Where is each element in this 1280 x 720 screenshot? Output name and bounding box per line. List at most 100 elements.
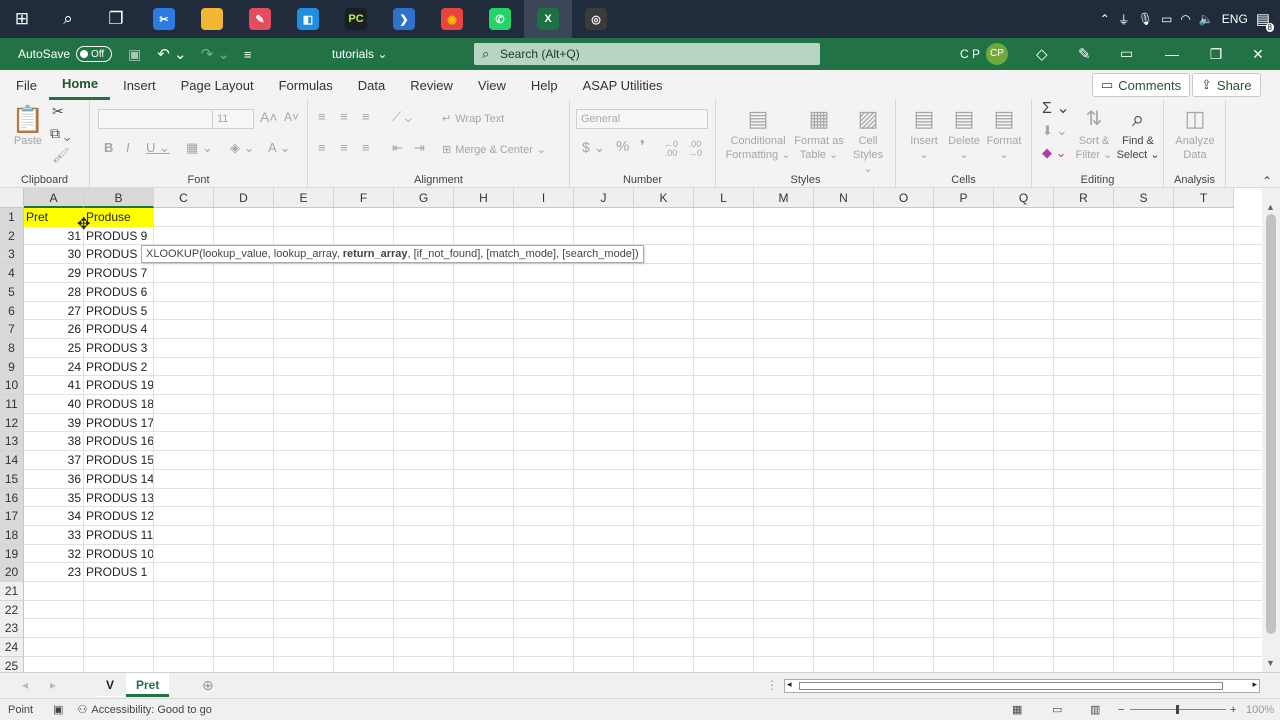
sort-filter-button[interactable]: ⇅ Sort & Filter ⌄ — [1072, 104, 1116, 162]
page-break-view-icon[interactable]: ▥ — [1090, 703, 1100, 716]
row-header-10[interactable]: 10 — [0, 376, 24, 396]
paint-icon[interactable]: ✎ — [236, 0, 284, 38]
zoom-slider-knob[interactable] — [1176, 705, 1179, 714]
align-top-icon[interactable]: ≡ — [318, 110, 326, 124]
pycharm-icon[interactable]: PC — [332, 0, 380, 38]
language-indicator[interactable]: ENG — [1222, 12, 1248, 26]
wrap-text-button[interactable]: ↵ Wrap Text — [442, 112, 504, 126]
share-button[interactable]: ⇪ Share — [1192, 73, 1261, 97]
column-header-a[interactable]: A — [24, 188, 84, 208]
merge-center-button[interactable]: ⊞ Merge & Center ⌄ — [442, 143, 546, 157]
increase-indent-icon[interactable]: ⇥ — [414, 141, 425, 155]
cell-b10[interactable]: PRODUS 19 — [84, 376, 153, 395]
row-header-1[interactable]: 1 — [0, 208, 24, 227]
cell-a14[interactable]: 37 — [24, 451, 83, 470]
column-header-g[interactable]: G — [394, 188, 454, 208]
horizontal-scroll-thumb[interactable] — [799, 682, 1223, 690]
tab-home[interactable]: Home — [48, 70, 111, 100]
fill-color-icon[interactable]: ◈ ⌄ — [230, 141, 255, 155]
task-view-icon[interactable]: ❐ — [92, 0, 140, 38]
clear-icon[interactable]: ◆ ⌄ — [1042, 146, 1067, 160]
font-name-combo[interactable] — [98, 109, 213, 129]
cell-b9[interactable]: PRODUS 2 — [84, 358, 153, 377]
align-right-icon[interactable]: ≡ — [362, 141, 370, 155]
file-explorer-icon[interactable]: ▆ — [188, 0, 236, 38]
macro-record-icon[interactable]: ▣ — [53, 703, 63, 716]
row-header-22[interactable]: 22 — [0, 600, 24, 620]
italic-icon[interactable]: I — [126, 141, 130, 155]
cell-b12[interactable]: PRODUS 17 — [84, 414, 153, 433]
battery-icon[interactable]: ▭ — [1161, 12, 1172, 26]
row-header-2[interactable]: 2 — [0, 226, 24, 246]
tab-data[interactable]: Data — [345, 70, 397, 100]
scroll-down-icon[interactable]: ▼ — [1266, 658, 1275, 668]
increase-font-icon[interactable]: A˄ — [260, 110, 278, 124]
chevron-up-icon[interactable]: ⌃ — [1100, 12, 1110, 26]
decrease-font-icon[interactable]: A˅ — [284, 110, 299, 124]
row-header-18[interactable]: 18 — [0, 525, 24, 545]
row-header-16[interactable]: 16 — [0, 488, 24, 508]
vertical-scrollbar[interactable]: ▲ ▼ — [1262, 188, 1280, 672]
sheet-tab-pret[interactable]: Pret — [126, 673, 170, 697]
snipping-tool-icon[interactable]: ✂ — [140, 0, 188, 38]
cell-a20[interactable]: 23 — [24, 563, 83, 582]
column-header-d[interactable]: D — [214, 188, 274, 208]
row-header-9[interactable]: 9 — [0, 357, 24, 377]
row-header-12[interactable]: 12 — [0, 413, 24, 433]
cell-a17[interactable]: 34 — [24, 507, 83, 526]
scroll-left-icon[interactable]: ◂ — [787, 679, 792, 690]
column-header-k[interactable]: K — [634, 188, 694, 208]
search-input[interactable]: ⌕ Search (Alt+Q) — [474, 43, 820, 65]
row-header-24[interactable]: 24 — [0, 638, 24, 658]
row-header-8[interactable]: 8 — [0, 338, 24, 358]
row-header-19[interactable]: 19 — [0, 544, 24, 564]
increase-decimal-icon[interactable]: ←0.00 — [664, 140, 678, 158]
cell-b7[interactable]: PRODUS 4 — [84, 320, 153, 339]
align-left-icon[interactable]: ≡ — [318, 141, 326, 155]
column-header-r[interactable]: R — [1054, 188, 1114, 208]
decrease-indent-icon[interactable]: ⇤ — [392, 141, 403, 155]
sheet-tab-v[interactable]: V — [96, 673, 125, 697]
tab-split-icon[interactable]: ⋮ — [766, 678, 778, 692]
align-bottom-icon[interactable]: ≡ — [362, 110, 370, 124]
add-sheet-icon[interactable]: ⊕ — [202, 677, 214, 694]
row-header-23[interactable]: 23 — [0, 619, 24, 639]
copy-icon[interactable]: ⧉ ⌄ — [50, 126, 71, 140]
tab-file[interactable]: File — [0, 70, 49, 100]
notification-icon[interactable]: ▤ 8 — [1256, 10, 1274, 32]
cell-a15[interactable]: 36 — [24, 470, 83, 489]
cell-a8[interactable]: 25 — [24, 339, 83, 358]
cell-a16[interactable]: 35 — [24, 489, 83, 508]
column-header-o[interactable]: O — [874, 188, 934, 208]
percent-icon[interactable]: % — [616, 139, 629, 154]
autosave-control[interactable]: AutoSave Off — [18, 46, 113, 62]
column-header-t[interactable]: T — [1174, 188, 1234, 208]
redo-icon[interactable]: ↷ ⌄ — [201, 45, 230, 63]
file-name[interactable]: tutorials ⌄ — [332, 47, 387, 61]
chrome-icon[interactable]: ◉ — [428, 0, 476, 38]
cell-a6[interactable]: 27 — [24, 302, 83, 321]
column-header-q[interactable]: Q — [994, 188, 1054, 208]
align-center-icon[interactable]: ≡ — [340, 141, 348, 155]
cell-a9[interactable]: 24 — [24, 358, 83, 377]
maximize-button[interactable]: ❐ — [1194, 38, 1238, 70]
column-header-j[interactable]: J — [574, 188, 634, 208]
customize-qat-icon[interactable]: ≡ — [244, 47, 252, 62]
cell-a12[interactable]: 39 — [24, 414, 83, 433]
row-header-21[interactable]: 21 — [0, 582, 24, 601]
scroll-up-icon[interactable]: ▲ — [1266, 202, 1275, 212]
orientation-icon[interactable]: ⟋ ⌄ — [392, 110, 412, 124]
format-painter-icon[interactable]: 🖌 — [52, 148, 70, 162]
prev-sheet-icon[interactable]: ◂ — [22, 678, 28, 692]
scroll-thumb[interactable] — [1266, 214, 1276, 634]
cell-b19[interactable]: PRODUS 10 — [84, 545, 153, 564]
cell-a10[interactable]: 41 — [24, 376, 83, 395]
cell-b18[interactable]: PRODUS 11 — [84, 526, 153, 545]
close-button[interactable]: ✕ — [1236, 38, 1280, 70]
decrease-decimal-icon[interactable]: .00 →0 — [688, 140, 702, 158]
excel-icon[interactable]: X — [524, 0, 572, 38]
cell-b17[interactable]: PRODUS 12 — [84, 507, 153, 526]
bold-icon[interactable]: B — [104, 141, 113, 155]
format-as-table-button[interactable]: ▦ Format as Table ⌄ — [790, 104, 848, 162]
cell-b16[interactable]: PRODUS 13 — [84, 489, 153, 508]
